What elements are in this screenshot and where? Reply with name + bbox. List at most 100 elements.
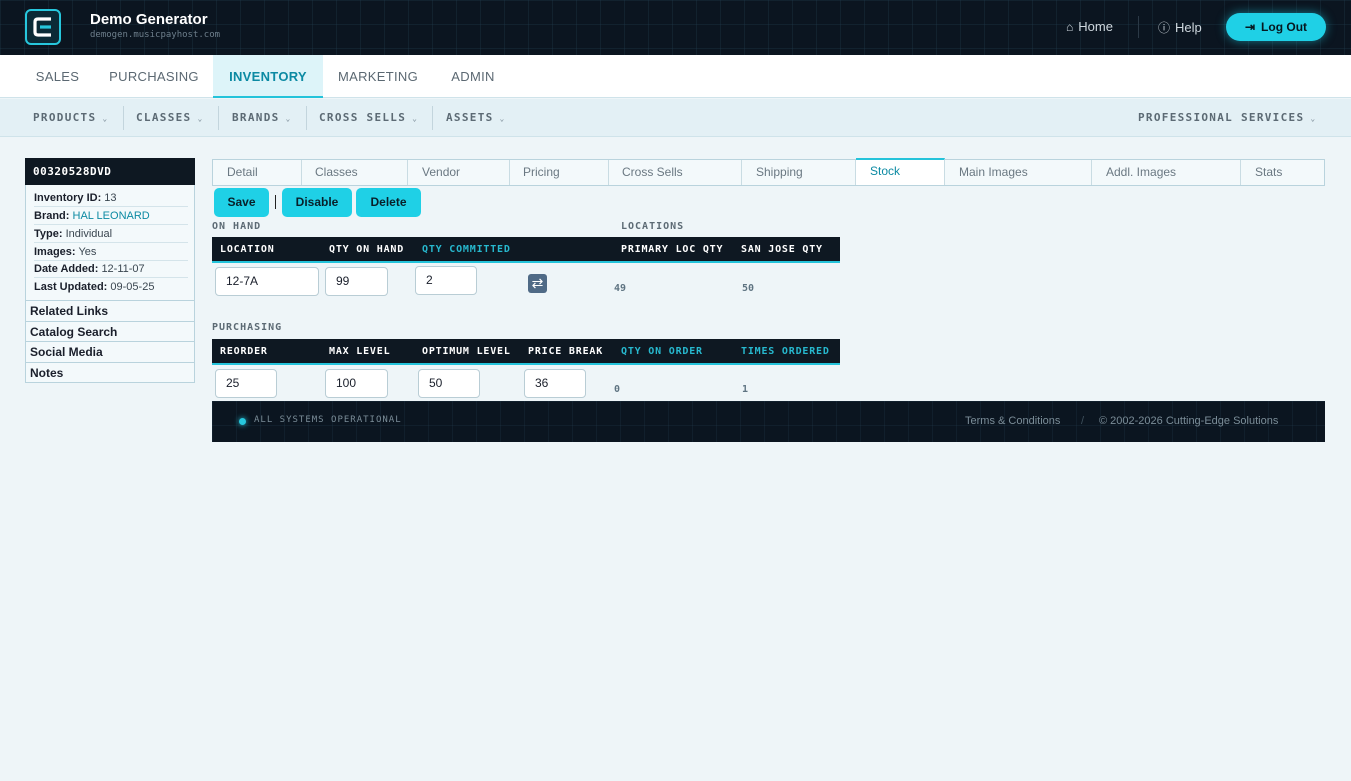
purchasing-heading: PURCHASING (212, 322, 283, 333)
status-indicator-icon (239, 418, 246, 425)
help-label: Help (1175, 20, 1202, 35)
col-max-level: MAX LEVEL (329, 346, 391, 357)
info-label: Type: (34, 228, 63, 240)
qty-on-order-value: 0 (614, 384, 621, 395)
subnav-classes-label: CLASSES (136, 111, 192, 124)
help-link[interactable]: ⓘ Help (1158, 19, 1202, 36)
subnav-divider (306, 106, 307, 130)
footer: ALL SYSTEMS OPERATIONAL Terms & Conditio… (212, 401, 1325, 442)
col-qty-committed: QTY COMMITTED (422, 244, 511, 255)
home-link[interactable]: ⌂ Home (1066, 19, 1113, 34)
catalog-search-link[interactable]: Catalog Search (26, 321, 194, 342)
tab-detail[interactable]: Detail (213, 160, 302, 185)
nav-inventory[interactable]: INVENTORY (213, 55, 323, 98)
chevron-down-icon: ⌄ (499, 114, 506, 123)
subnav-brands[interactable]: BRANDS ⌄ (232, 99, 292, 136)
terms-link[interactable]: Terms & Conditions (965, 415, 1060, 427)
app-subtitle: demogen.musicpayhost.com (90, 30, 221, 40)
subnav-brands-label: BRANDS (232, 111, 280, 124)
info-value: Yes (78, 246, 97, 258)
info-value: 12-11-07 (101, 263, 145, 275)
tab-cross-sells[interactable]: Cross Sells (609, 160, 742, 185)
col-reorder: REORDER (220, 346, 268, 357)
col-location: LOCATION (220, 244, 275, 255)
tab-vendor[interactable]: Vendor (408, 160, 510, 185)
subnav-products[interactable]: PRODUCTS ⌄ (33, 99, 109, 136)
app-logo-icon[interactable] (25, 9, 61, 45)
col-san-jose-qty: SAN JOSE QTY (741, 244, 823, 255)
info-brand: Brand: HAL LEONARD (34, 207, 188, 225)
tab-addl-images[interactable]: Addl. Images (1092, 160, 1241, 185)
info-type: Type: Individual (34, 225, 188, 243)
subnav-assets[interactable]: ASSETS ⌄ (446, 99, 506, 136)
qty-committed-input[interactable]: 2 (415, 266, 477, 295)
disable-button[interactable]: Disable (282, 188, 352, 217)
subnav-professional-services[interactable]: PROFESSIONAL SERVICES ⌄ (1138, 99, 1317, 136)
times-ordered-value: 1 (742, 384, 749, 395)
sub-nav: PRODUCTS ⌄ CLASSES ⌄ BRANDS ⌄ CROSS SELLS ⌄ … (0, 99, 1351, 137)
col-price-break: PRICE BREAK (528, 346, 604, 357)
tab-pricing[interactable]: Pricing (510, 160, 609, 185)
col-times-ordered: TIMES ORDERED (741, 346, 830, 357)
col-optimum-level: OPTIMUM LEVEL (422, 346, 511, 357)
notes-link[interactable]: Notes (26, 362, 194, 383)
logout-label: Log Out (1261, 20, 1308, 34)
subnav-divider (218, 106, 219, 130)
nav-marketing[interactable]: MARKETING (323, 55, 433, 98)
optimum-level-input[interactable]: 50 (418, 369, 480, 398)
save-button[interactable]: Save (214, 188, 269, 217)
delete-button[interactable]: Delete (356, 188, 421, 217)
product-info-panel: Inventory ID: 13 Brand: HAL LEONARD Type… (25, 185, 195, 383)
tab-classes[interactable]: Classes (302, 160, 408, 185)
info-label: Brand: (34, 210, 70, 222)
price-break-input[interactable]: 36 (524, 369, 586, 398)
tab-main-images[interactable]: Main Images (945, 160, 1092, 185)
info-value: 09-05-25 (110, 281, 155, 293)
purchasing-header: REORDER MAX LEVEL OPTIMUM LEVEL PRICE BR… (212, 339, 840, 365)
nav-purchasing[interactable]: PURCHASING (95, 55, 213, 98)
home-label: Home (1078, 19, 1113, 34)
app-title: Demo Generator (90, 11, 208, 28)
related-links[interactable]: Related Links (26, 300, 194, 321)
location-input[interactable]: 12-7A (215, 267, 319, 296)
chevron-down-icon: ⌄ (1310, 114, 1317, 123)
footer-separator: / (1081, 415, 1085, 427)
subnav-products-label: PRODUCTS (33, 111, 97, 124)
primary-loc-qty-value: 49 (614, 283, 627, 294)
subnav-cross-sells-label: CROSS SELLS (319, 111, 407, 124)
subnav-professional-services-label: PROFESSIONAL SERVICES (1138, 111, 1305, 124)
subnav-classes[interactable]: CLASSES ⌄ (136, 99, 204, 136)
col-qty-on-hand: QTY ON HAND (329, 244, 405, 255)
reorder-input[interactable]: 25 (215, 369, 277, 398)
info-value: 13 (104, 192, 117, 204)
info-inventory-id: Inventory ID: 13 (34, 189, 188, 207)
subnav-cross-sells[interactable]: CROSS SELLS ⌄ (319, 99, 418, 136)
system-status: ALL SYSTEMS OPERATIONAL (254, 415, 402, 425)
nav-admin[interactable]: ADMIN (433, 55, 513, 98)
button-divider (275, 195, 276, 209)
brand-link[interactable]: HAL LEONARD (73, 210, 150, 222)
top-header: Demo Generator demogen.musicpayhost.com … (0, 0, 1351, 55)
nav-sales[interactable]: SALES (20, 55, 95, 98)
subnav-divider (432, 106, 433, 130)
qty-on-hand-input[interactable]: 99 (325, 267, 388, 296)
tab-stats[interactable]: Stats (1241, 160, 1324, 185)
col-qty-on-order: QTY ON ORDER (621, 346, 703, 357)
on-hand-header: LOCATION QTY ON HAND QTY COMMITTED PRIMA… (212, 237, 840, 263)
main-nav: SALES PURCHASING INVENTORY MARKETING ADM… (0, 55, 1351, 98)
locations-heading: LOCATIONS (621, 221, 685, 232)
logout-button[interactable]: ⇥ Log Out (1226, 13, 1326, 41)
info-label: Date Added: (34, 263, 99, 275)
subnav-assets-label: ASSETS (446, 111, 494, 124)
info-label: Inventory ID: (34, 192, 102, 204)
on-hand-heading: ON HAND (212, 221, 262, 232)
product-sku: 00320528DVD (25, 158, 195, 185)
tab-shipping[interactable]: Shipping (742, 160, 856, 185)
max-level-input[interactable]: 100 (325, 369, 388, 398)
social-media-link[interactable]: Social Media (26, 341, 194, 362)
info-last-updated: Last Updated: 09-05-25 (34, 278, 188, 296)
info-label: Images: (34, 246, 76, 258)
tab-stock[interactable]: Stock (856, 158, 945, 185)
san-jose-qty-value: 50 (742, 283, 755, 294)
refresh-icon[interactable]: ⇄ (528, 274, 547, 293)
